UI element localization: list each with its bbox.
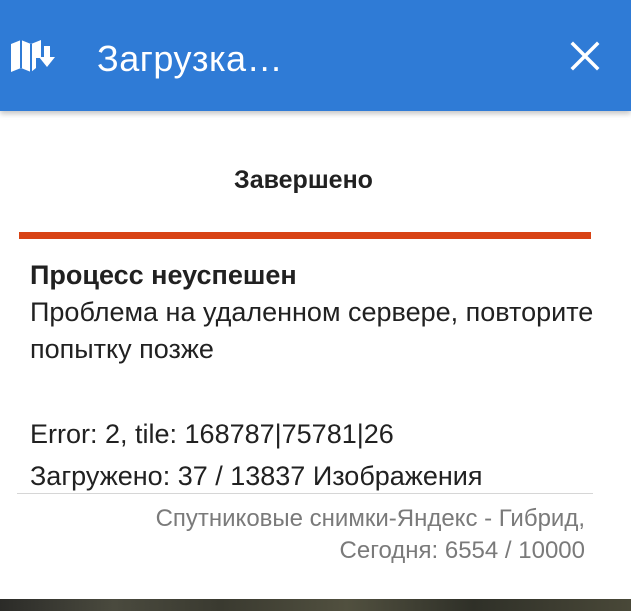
status-label: Завершено (234, 166, 373, 194)
progress-bar-fill (19, 232, 591, 239)
map-download-icon (10, 38, 56, 76)
footer-info: Спутниковые снимки-Яндекс - Гибрид, Сего… (156, 503, 585, 567)
map-source-label: Спутниковые снимки-Яндекс - Гибрид, (155, 505, 585, 532)
title-bar: Загрузка… (0, 0, 631, 111)
dialog-title: Загрузка… (97, 38, 284, 79)
close-icon (570, 41, 600, 71)
divider (17, 493, 593, 494)
result-headline: Процесс неуспешен (30, 260, 297, 290)
map-background-strip (0, 599, 631, 611)
error-details: Error: 2, tile: 168787|75781|26 (30, 419, 394, 449)
daily-quota-label: Сегодня: 6554 / 10000 (339, 537, 585, 564)
loaded-count: Загружено: 37 / 13837 Изображения (30, 461, 483, 491)
close-button[interactable] (560, 32, 610, 82)
result-panel: Процесс неуспешен Проблема на удаленном … (30, 256, 600, 497)
progress-bar (19, 232, 591, 239)
download-dialog: Загрузка… Завершено Процесс неуспешен Пр… (0, 0, 631, 611)
result-message: Проблема на удаленном сервере, повторите… (30, 297, 594, 364)
